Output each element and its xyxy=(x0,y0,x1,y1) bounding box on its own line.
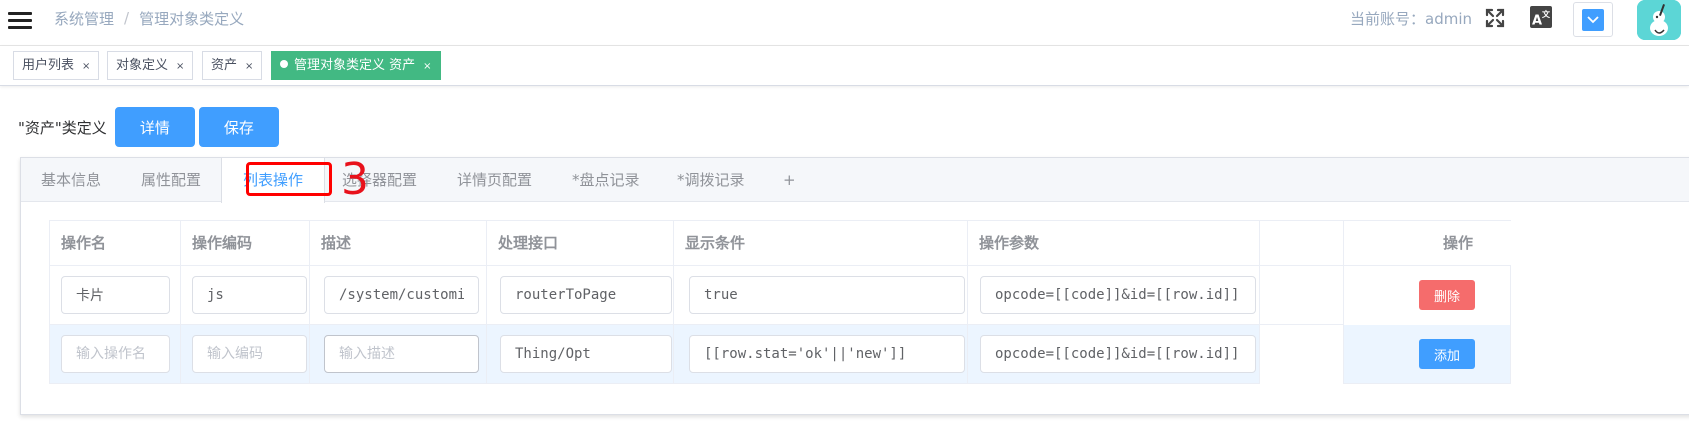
hamburger-menu-icon[interactable] xyxy=(8,10,32,30)
avatar[interactable] xyxy=(1637,0,1681,40)
table-cell xyxy=(50,325,181,384)
table-cell xyxy=(674,325,968,384)
table-cell xyxy=(181,325,310,384)
tag-label: 管理对象类定义 资产 xyxy=(294,58,416,73)
tag-object-def[interactable]: 对象定义 × xyxy=(107,51,194,80)
new-op-api-input[interactable] xyxy=(500,335,672,373)
breadcrumb-separator: / xyxy=(124,9,130,27)
tab-inventory-record[interactable]: *盘点记录 xyxy=(572,158,640,202)
page-title: "资产"类定义 xyxy=(18,118,107,137)
breadcrumb-item-system[interactable]: 系统管理 xyxy=(54,8,114,29)
chevron-down-icon xyxy=(1582,9,1604,31)
tab-transfer-record[interactable]: *调拨记录 xyxy=(677,158,745,202)
account-label: 当前账号：admin xyxy=(1350,10,1473,28)
table-cell: 删除 xyxy=(1344,266,1510,325)
tab-list-operations[interactable]: 列表操作 xyxy=(221,158,325,203)
column-header xyxy=(1260,221,1344,266)
delete-button[interactable]: 删除 xyxy=(1419,280,1476,310)
title-row: "资产"类定义 详情 保存 xyxy=(18,107,279,147)
add-button[interactable]: 添加 xyxy=(1419,339,1476,369)
new-op-code-input[interactable] xyxy=(192,335,307,373)
tag-label: 对象定义 xyxy=(116,58,169,73)
table-cell xyxy=(310,266,487,325)
close-icon[interactable]: × xyxy=(245,61,253,72)
column-header: 操作编码 xyxy=(181,221,310,266)
detail-button[interactable]: 详情 xyxy=(114,107,195,147)
column-header: 操作参数 xyxy=(968,221,1260,266)
step-annotation: 3 xyxy=(341,154,369,205)
tag-label: 用户列表 xyxy=(22,58,75,73)
tabs-card: 基本信息 属性配置 列表操作 选择器配置 详情页配置 *盘点记录 *调拨记录 +… xyxy=(20,154,1689,415)
active-dot-icon xyxy=(280,60,288,68)
column-header: 处理接口 xyxy=(487,221,674,266)
translate-icon[interactable]: A文 xyxy=(1530,6,1552,28)
new-op-params-input[interactable] xyxy=(980,335,1256,373)
op-api-input[interactable] xyxy=(500,276,672,314)
op-params-input[interactable] xyxy=(980,276,1256,314)
tab-basic-info[interactable]: 基本信息 xyxy=(41,158,101,202)
tag-label: 资产 xyxy=(211,58,238,73)
breadcrumb: 系统管理 / 管理对象类定义 xyxy=(54,8,244,28)
column-header: 操作名 xyxy=(50,221,181,266)
column-header: 操作 xyxy=(1344,221,1511,266)
navbar: 系统管理 / 管理对象类定义 当前账号：admin A文 xyxy=(0,0,1689,46)
table-cell xyxy=(1260,266,1344,325)
column-header: 显示条件 xyxy=(674,221,968,266)
close-icon[interactable]: × xyxy=(176,61,184,72)
size-select[interactable] xyxy=(1573,2,1613,37)
table-cell xyxy=(968,266,1260,325)
op-desc-input[interactable] xyxy=(324,276,479,314)
close-icon[interactable]: × xyxy=(423,61,431,72)
table-cell xyxy=(310,325,487,384)
breadcrumb-item-current: 管理对象类定义 xyxy=(139,9,245,28)
tag-user-list[interactable]: 用户列表 × xyxy=(13,51,100,80)
new-op-condition-input[interactable] xyxy=(689,335,965,373)
table-row: 删除 xyxy=(50,266,1510,325)
tag-class-def-asset[interactable]: 管理对象类定义 资产 × xyxy=(271,51,441,80)
operations-table: 操作名 操作编码 描述 处理接口 显示条件 操作参数 操作 卡片 js /sys… xyxy=(49,220,1511,384)
column-header: 描述 xyxy=(310,221,487,266)
new-op-name-input[interactable] xyxy=(61,335,170,373)
table-cell xyxy=(968,325,1260,384)
table-cell xyxy=(487,325,674,384)
table-cell xyxy=(50,266,181,325)
tab-add[interactable]: + xyxy=(783,158,796,202)
new-op-desc-input[interactable] xyxy=(324,335,479,373)
table-cell xyxy=(487,266,674,325)
tag-asset[interactable]: 资产 × xyxy=(202,51,263,80)
op-code-input[interactable] xyxy=(192,276,307,314)
close-icon[interactable]: × xyxy=(82,61,90,72)
op-condition-input[interactable] xyxy=(689,276,965,314)
table-cell xyxy=(181,266,310,325)
table-cell xyxy=(1260,325,1344,384)
table-cell: 添加 xyxy=(1344,325,1510,384)
tab-bar: 基本信息 属性配置 列表操作 选择器配置 详情页配置 *盘点记录 *调拨记录 + xyxy=(21,158,1689,203)
tags-view: 用户列表 × 对象定义 × 资产 × 管理对象类定义 资产 × xyxy=(0,46,1689,86)
save-button[interactable]: 保存 xyxy=(198,107,279,147)
op-name-input[interactable] xyxy=(61,276,170,314)
tab-detail-config[interactable]: 详情页配置 xyxy=(457,158,532,202)
tab-attr-config[interactable]: 属性配置 xyxy=(141,158,201,202)
table-row: 添加 xyxy=(50,325,1510,384)
fullscreen-icon[interactable] xyxy=(1484,7,1506,29)
table-cell xyxy=(674,266,968,325)
